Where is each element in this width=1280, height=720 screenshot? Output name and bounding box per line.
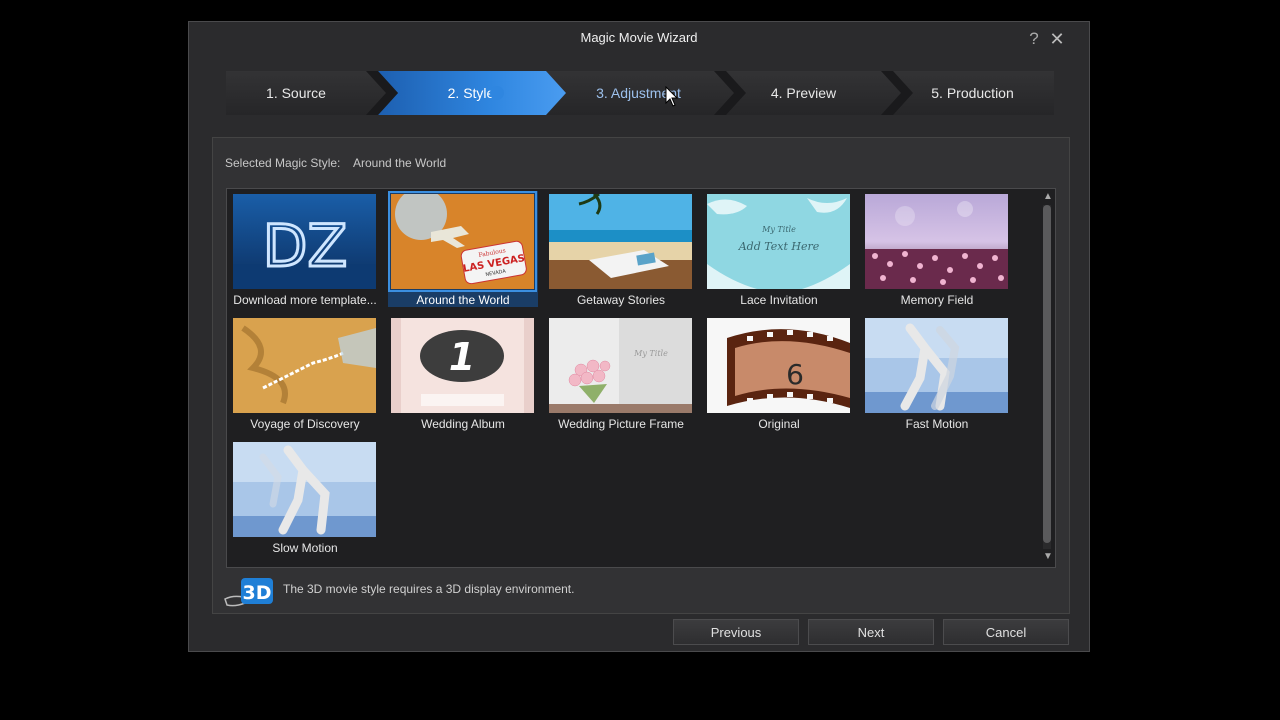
style-tile-wedding-album[interactable]: 1 Wedding Album [388, 315, 538, 431]
style-name: Wedding Picture Frame [558, 417, 684, 431]
style-tile-voyage-of-discovery[interactable]: Voyage of Discovery [230, 315, 380, 431]
style-grid: DZ Download more template... Fabulous LA… [226, 188, 1056, 568]
step-preview[interactable]: 4. Preview [721, 71, 886, 115]
memory-field-thumbnail [865, 194, 1008, 289]
dz-logo: DZ [263, 212, 347, 280]
style-name: Memory Field [900, 293, 974, 307]
film-number: 6 [786, 358, 804, 391]
style-name: Wedding Album [421, 417, 505, 431]
slow-motion-thumbnail [233, 442, 376, 537]
style-name: Original [758, 417, 800, 431]
style-name: Voyage of Discovery [250, 417, 360, 431]
step-style[interactable]: 2. Style [386, 71, 556, 115]
style-panel: Selected Magic Style: Around the World D… [212, 137, 1070, 614]
style-name: Around the World [416, 293, 510, 307]
frame-title-text: My Title [633, 349, 668, 358]
3d-glasses-icon: 3D [224, 578, 273, 607]
style-tile-slow-motion[interactable]: Slow Motion [230, 439, 380, 555]
mouse-cursor-icon [665, 86, 679, 107]
scroll-up-arrow-icon[interactable]: ▲ [1042, 191, 1054, 203]
close-button[interactable]: ✕ [1047, 28, 1067, 50]
lace-title-text: My Title [761, 225, 796, 234]
magic-movie-wizard-dialog: Magic Movie Wizard ? ✕ 1. Source 2. Styl… [188, 21, 1090, 652]
selected-style-label: Selected Magic Style: [225, 156, 341, 170]
scrollbar-thumb[interactable] [1043, 205, 1051, 543]
step-adjustment[interactable]: 3. Adjustment [556, 71, 721, 115]
style-tile-lace-invitation[interactable]: My Title Add Text Here Lace Invitation [704, 191, 854, 307]
style-tile-wedding-picture-frame[interactable]: My Title Wedding Picture Frame [546, 315, 696, 431]
lace-invitation-thumbnail: My Title Add Text Here [707, 194, 850, 289]
voyage-of-discovery-thumbnail [233, 318, 376, 413]
wizard-step-bar: 1. Source 2. Style 3. Adjustment 4. Prev… [226, 71, 1054, 115]
previous-button[interactable]: Previous [673, 619, 799, 645]
style-name: Download more template... [233, 293, 377, 307]
original-thumbnail: 6 [707, 318, 850, 413]
album-number: 1 [449, 335, 475, 379]
step-production[interactable]: 5. Production [891, 71, 1054, 115]
3d-notice-text: The 3D movie style requires a 3D display… [283, 582, 575, 596]
style-name: Getaway Stories [576, 293, 666, 307]
help-button[interactable]: ? [1024, 28, 1044, 50]
style-tile-fast-motion[interactable]: Fast Motion [862, 315, 1012, 431]
style-name: Fast Motion [905, 417, 969, 431]
download-templates-thumbnail: DZ [233, 194, 376, 289]
style-tile-getaway-stories[interactable]: Getaway Stories [546, 191, 696, 307]
next-button[interactable]: Next [808, 619, 934, 645]
style-name: Lace Invitation [740, 293, 818, 307]
3d-badge-text: 3D [243, 582, 272, 604]
style-name: Slow Motion [272, 541, 338, 555]
window-title: Magic Movie Wizard [580, 30, 698, 45]
style-tile-download-more[interactable]: DZ Download more template... [230, 191, 380, 307]
wedding-picture-frame-thumbnail: My Title [549, 318, 692, 413]
selected-style-value: Around the World [353, 156, 447, 170]
click-indicator-dot [490, 86, 504, 100]
style-tile-memory-field[interactable]: Memory Field [862, 191, 1012, 307]
fast-motion-thumbnail [865, 318, 1008, 413]
style-tile-original[interactable]: 6 Original [704, 315, 854, 431]
wedding-album-thumbnail: 1 [391, 318, 534, 413]
step-source[interactable]: 1. Source [226, 71, 366, 115]
style-tile-around-the-world[interactable]: Fabulous LAS VEGAS NEVADA Around the Wor… [388, 191, 538, 307]
cancel-button[interactable]: Cancel [943, 619, 1069, 645]
around-the-world-thumbnail: Fabulous LAS VEGAS NEVADA [388, 191, 537, 292]
scroll-down-arrow-icon[interactable]: ▼ [1042, 551, 1054, 563]
getaway-stories-thumbnail [549, 194, 692, 289]
lace-body-text: Add Text Here [738, 240, 820, 253]
